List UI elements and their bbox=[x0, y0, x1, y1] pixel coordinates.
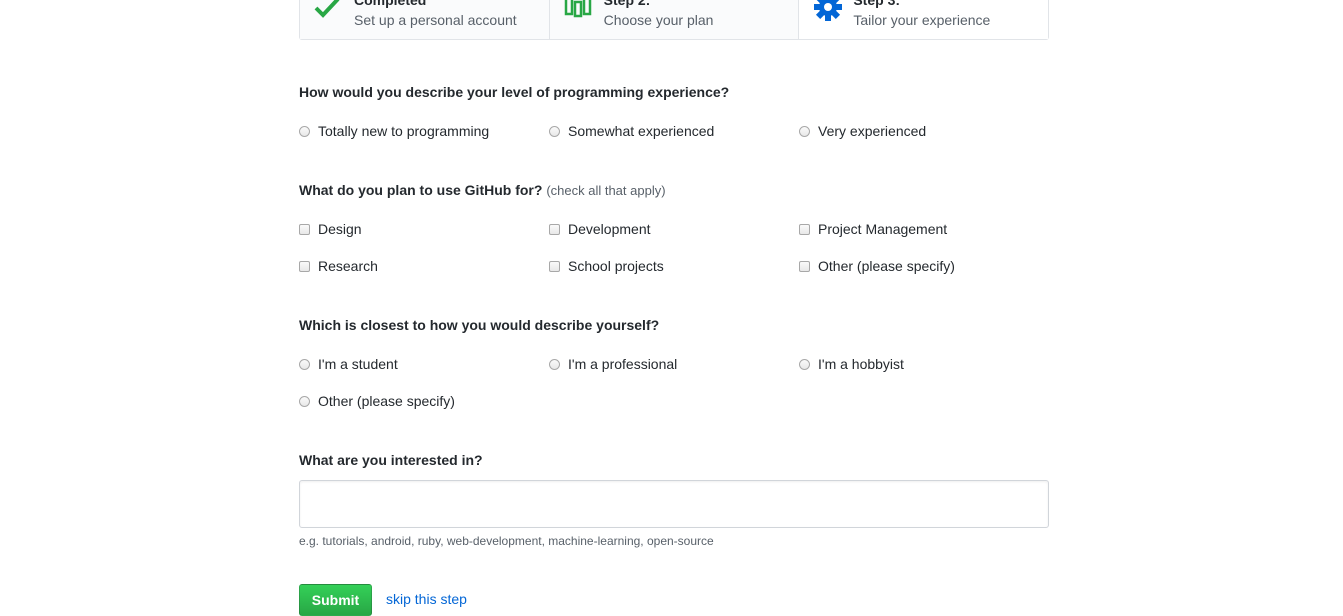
usage-question-text: What do you plan to use GitHub for? bbox=[299, 182, 543, 198]
usage-option-development[interactable]: Development bbox=[549, 220, 651, 238]
radio-button[interactable] bbox=[549, 358, 560, 370]
gear-icon bbox=[813, 0, 843, 27]
submit-button[interactable]: Submit bbox=[299, 584, 372, 616]
experience-option-new[interactable]: Totally new to programming bbox=[299, 122, 489, 140]
usage-question: What do you plan to use GitHub for? (che… bbox=[299, 182, 666, 198]
checkbox[interactable] bbox=[299, 223, 310, 235]
radio-button[interactable] bbox=[799, 358, 810, 370]
usage-option-school-projects[interactable]: School projects bbox=[549, 257, 664, 275]
identity-option-student[interactable]: I'm a student bbox=[299, 355, 398, 373]
plan-icon bbox=[564, 0, 594, 23]
option-label: I'm a professional bbox=[568, 356, 678, 372]
option-label: Very experienced bbox=[818, 123, 927, 139]
identity-option-professional[interactable]: I'm a professional bbox=[549, 355, 677, 373]
radio-button[interactable] bbox=[299, 358, 310, 370]
option-label: Other (please specify) bbox=[818, 258, 955, 274]
usage-option-design[interactable]: Design bbox=[299, 220, 362, 238]
option-label: I'm a student bbox=[318, 356, 398, 372]
radio-button[interactable] bbox=[549, 125, 560, 137]
step-description: Choose your plan bbox=[603, 12, 714, 28]
step-title: Step 2: bbox=[603, 0, 651, 8]
interests-input[interactable] bbox=[299, 480, 1049, 528]
identity-question: Which is closest to how you would descri… bbox=[299, 317, 660, 333]
step-title: Step 3: bbox=[853, 0, 901, 8]
checkbox[interactable] bbox=[799, 223, 810, 235]
usage-option-other[interactable]: Other (please specify) bbox=[799, 257, 955, 275]
interests-question: What are you interested in? bbox=[299, 452, 483, 468]
checkbox[interactable] bbox=[549, 223, 560, 235]
experience-question: How would you describe your level of pro… bbox=[299, 84, 730, 100]
usage-question-note: (check all that apply) bbox=[546, 183, 666, 198]
option-label: Development bbox=[568, 221, 651, 237]
option-label: Other (please specify) bbox=[318, 393, 455, 409]
step-tailor-experience: Step 3: Tailor your experience bbox=[799, 0, 1049, 39]
usage-option-research[interactable]: Research bbox=[299, 257, 378, 275]
option-label: School projects bbox=[568, 258, 664, 274]
checkbox[interactable] bbox=[799, 260, 810, 272]
experience-option-somewhat[interactable]: Somewhat experienced bbox=[549, 122, 714, 140]
option-label: Somewhat experienced bbox=[568, 123, 715, 139]
radio-button[interactable] bbox=[299, 125, 310, 137]
identity-option-hobbyist[interactable]: I'm a hobbyist bbox=[799, 355, 904, 373]
interests-hint: e.g. tutorials, android, ruby, web-devel… bbox=[299, 534, 714, 548]
radio-button[interactable] bbox=[299, 395, 310, 407]
identity-option-other[interactable]: Other (please specify) bbox=[299, 392, 455, 410]
checkbox[interactable] bbox=[299, 260, 310, 272]
skip-step-link[interactable]: skip this step bbox=[386, 591, 467, 607]
experience-option-very[interactable]: Very experienced bbox=[799, 122, 926, 140]
option-label: Project Management bbox=[818, 221, 948, 237]
option-label: Design bbox=[318, 221, 362, 237]
usage-option-project-management[interactable]: Project Management bbox=[799, 220, 947, 238]
checkbox[interactable] bbox=[549, 260, 560, 272]
step-title: Completed bbox=[354, 0, 427, 8]
check-icon bbox=[314, 0, 340, 23]
signup-steps: Completed Set up a personal account Step… bbox=[299, 0, 1049, 40]
step-description: Set up a personal account bbox=[354, 12, 517, 28]
option-label: I'm a hobbyist bbox=[818, 356, 904, 372]
radio-button[interactable] bbox=[799, 125, 810, 137]
step-description: Tailor your experience bbox=[853, 12, 991, 28]
step-completed: Completed Set up a personal account bbox=[300, 0, 550, 39]
option-label: Research bbox=[318, 258, 378, 274]
step-choose-plan: Step 2: Choose your plan bbox=[549, 0, 800, 39]
option-label: Totally new to programming bbox=[318, 123, 490, 139]
